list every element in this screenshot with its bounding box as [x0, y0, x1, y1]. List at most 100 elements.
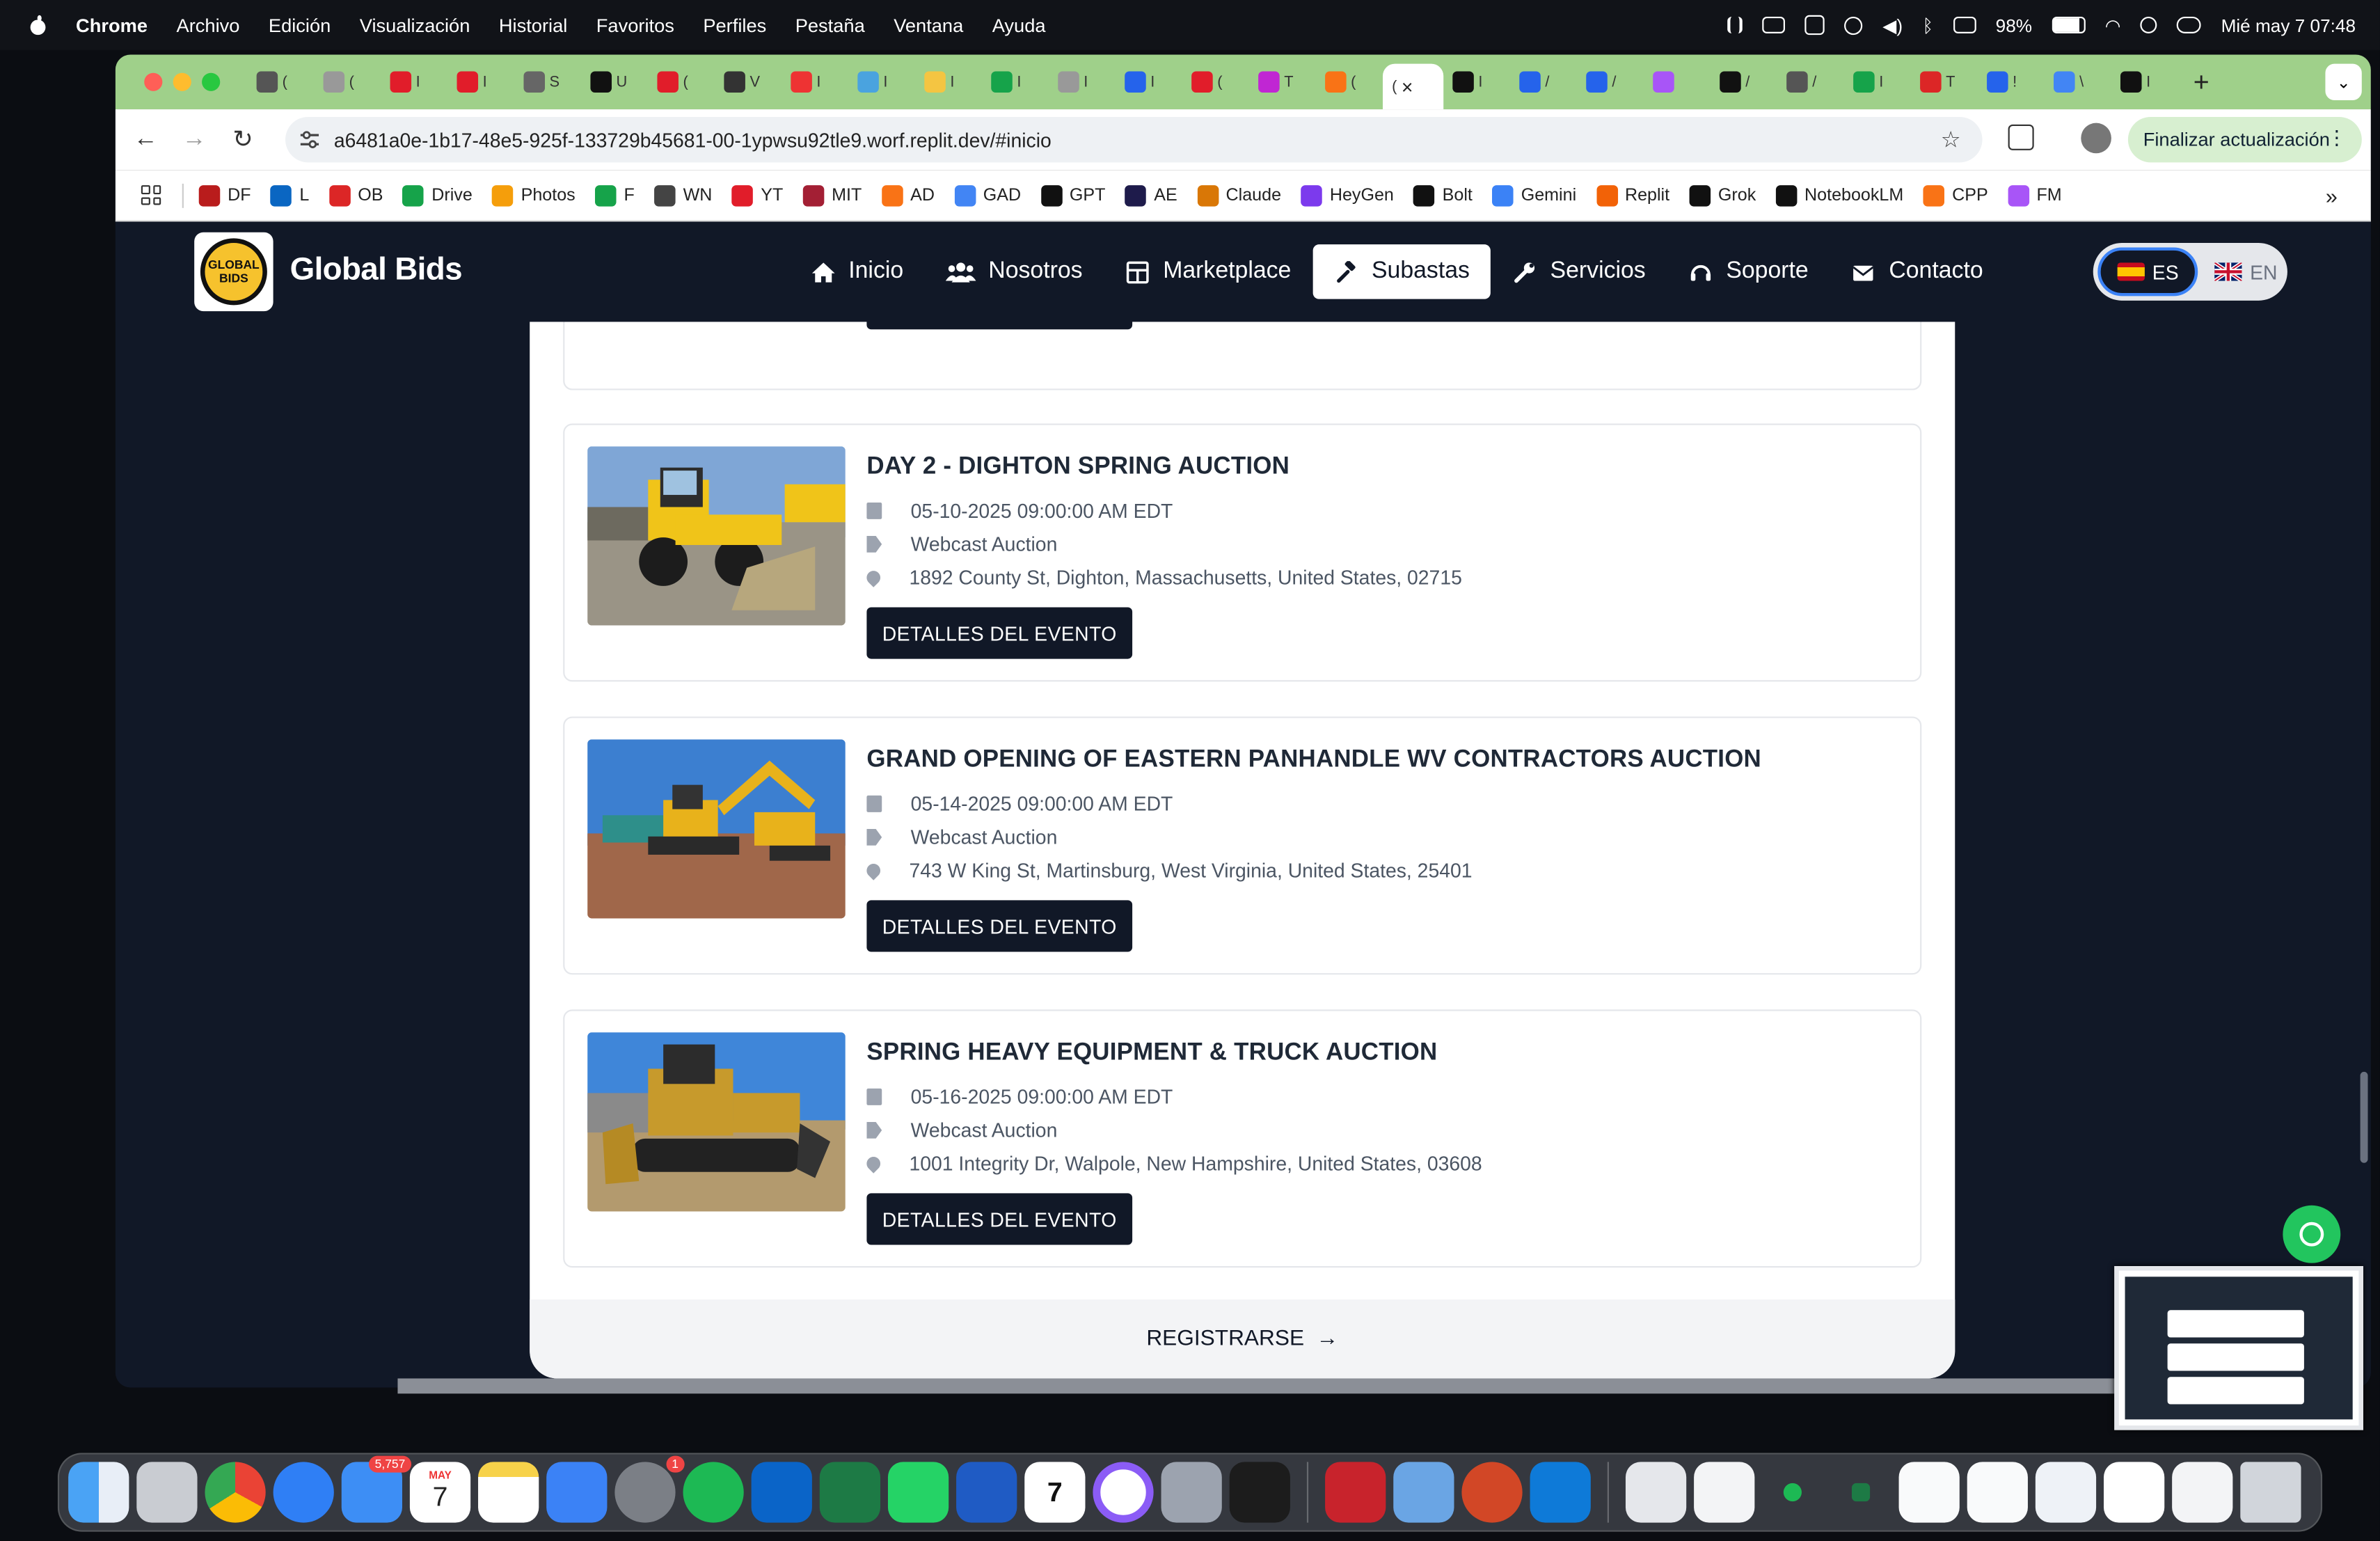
register-link[interactable]: REGISTRARSE → — [530, 1299, 1955, 1379]
tab-12[interactable]: I — [1049, 62, 1116, 102]
nav-contacto[interactable]: Contacto — [1830, 244, 2004, 299]
bookmark-ae[interactable]: AE — [1125, 184, 1177, 206]
window-thumbnail-icon[interactable] — [1898, 1462, 1960, 1523]
tab-active[interactable]: ( × — [1382, 63, 1444, 110]
tab-6[interactable]: ( — [648, 62, 715, 102]
back-button[interactable]: ← — [121, 126, 170, 153]
iphone-mirroring-icon[interactable] — [1161, 1462, 1222, 1523]
lang-en-button[interactable]: EN — [2198, 248, 2294, 297]
nav-nosotros[interactable]: Nosotros — [925, 244, 1104, 299]
control-center-icon[interactable] — [2177, 16, 2202, 33]
nav-subastas[interactable]: Subastas — [1312, 244, 1491, 299]
outlook-icon[interactable] — [751, 1462, 812, 1523]
launchpad-icon[interactable] — [136, 1462, 198, 1523]
bookmark-ob[interactable]: OB — [328, 184, 383, 206]
tab-after-3[interactable] — [1644, 62, 1711, 102]
spotlight-search-icon[interactable] — [2140, 16, 2157, 33]
bookmark-gemini[interactable]: Gemini — [1492, 184, 1576, 206]
profile-avatar[interactable] — [2081, 123, 2111, 154]
mail-icon[interactable]: 5,757 — [341, 1455, 412, 1523]
tab-9[interactable]: I — [848, 62, 915, 102]
preview-icon[interactable] — [1393, 1462, 1454, 1523]
site-settings-icon[interactable] — [299, 129, 321, 150]
notes-calendar-icon[interactable]: 7 — [1024, 1462, 1086, 1523]
audio-waves-icon[interactable] — [1727, 16, 1743, 33]
tab-after-7[interactable]: T — [1911, 62, 1978, 102]
close-window-button[interactable] — [144, 72, 163, 91]
forward-button[interactable]: → — [170, 126, 219, 153]
tab-after-8[interactable]: ! — [1978, 62, 2045, 102]
nav-servicios[interactable]: Servicios — [1491, 244, 1667, 299]
system-settings-icon[interactable]: 1 — [614, 1455, 685, 1523]
kebab-menu-icon[interactable]: ⋮ — [2327, 126, 2347, 150]
spotify-icon[interactable] — [683, 1462, 744, 1523]
bookmark-f[interactable]: F — [595, 184, 635, 206]
tab-after-6[interactable]: I — [1844, 62, 1911, 102]
menu-perfiles[interactable]: Perfiles — [703, 15, 766, 36]
event-details-button[interactable]: DETALLES DEL EVENTO — [866, 607, 1133, 659]
excel-icon[interactable] — [819, 1462, 881, 1523]
tab-after-10[interactable]: I — [2111, 62, 2178, 102]
tab-10[interactable]: I — [915, 62, 982, 102]
circle-app-icon[interactable] — [1093, 1462, 1154, 1523]
tab-13[interactable]: I — [1116, 62, 1182, 102]
bookmark-ad[interactable]: AD — [881, 184, 935, 206]
more-bookmarks-icon[interactable]: » — [2326, 184, 2338, 208]
keynote-icon[interactable] — [546, 1462, 608, 1523]
menu-app-name[interactable]: Chrome — [76, 15, 148, 36]
bookmark-heygen[interactable]: HeyGen — [1301, 184, 1394, 206]
window-thumbnail-icon[interactable] — [1694, 1462, 1755, 1523]
tab-3[interactable]: I — [447, 62, 514, 102]
apple-menu-icon[interactable] — [27, 14, 49, 36]
battery-icon[interactable] — [2052, 16, 2086, 33]
bookmark-wn[interactable]: WN — [654, 184, 712, 206]
bookmark-l[interactable]: L — [270, 184, 309, 206]
powerpoint-icon[interactable] — [1461, 1462, 1523, 1523]
event-details-button[interactable]: DETALLES DEL EVENTO — [866, 1193, 1133, 1245]
window-thumbnail-icon[interactable] — [2035, 1462, 2097, 1523]
bookmark-drive[interactable]: Drive — [402, 184, 473, 206]
drive-icon[interactable] — [1805, 15, 1825, 35]
menu-historial[interactable]: Historial — [499, 15, 567, 36]
bookmark-bolt[interactable]: Bolt — [1413, 184, 1473, 206]
wifi-icon[interactable]: ◠ — [2105, 15, 2121, 36]
tab-14[interactable]: ( — [1182, 62, 1249, 102]
bookmark-claude[interactable]: Claude — [1197, 184, 1281, 206]
spotify-minimized-icon[interactable] — [1762, 1462, 1823, 1522]
tab-16[interactable]: ( — [1316, 62, 1383, 102]
bookmark-replit[interactable]: Replit — [1596, 184, 1669, 206]
menu-visualizacion[interactable]: Visualización — [360, 15, 470, 36]
bookmark-yt[interactable]: YT — [731, 184, 783, 206]
chrome-icon[interactable] — [205, 1462, 266, 1523]
bookmark-cpp[interactable]: CPP — [1923, 184, 1988, 206]
extensions-icon[interactable] — [2008, 124, 2034, 150]
tab-7[interactable]: V — [715, 62, 782, 102]
brand-name[interactable]: Global Bids — [290, 252, 463, 288]
vscode-icon[interactable] — [1530, 1462, 1591, 1523]
event-details-button[interactable]: DETALLES DEL EVENTO — [866, 900, 1133, 952]
lang-es-button[interactable]: ES — [2097, 247, 2198, 297]
site-logo[interactable]: GLOBAL BIDS — [194, 232, 273, 312]
bookmark-notebooklm[interactable]: NotebookLM — [1775, 184, 1903, 206]
calendar-icon[interactable]: MAY 7 — [409, 1462, 471, 1523]
bookmark-photos[interactable]: Photos — [492, 184, 576, 206]
tab-search-button[interactable]: ⌄ — [2325, 63, 2362, 100]
whatsapp-button[interactable] — [2283, 1205, 2341, 1263]
tab-4[interactable]: S — [514, 62, 581, 102]
new-tab-button[interactable]: + — [2193, 66, 2210, 98]
menu-favoritos[interactable]: Favoritos — [596, 15, 674, 36]
tab-after-0[interactable]: I — [1443, 62, 1510, 102]
window-thumbnail-icon[interactable] — [1967, 1462, 2028, 1523]
notes-icon[interactable] — [478, 1462, 539, 1523]
acrobat-icon[interactable] — [1325, 1462, 1386, 1523]
menu-pestana[interactable]: Pestaña — [795, 15, 865, 36]
event-title[interactable]: DAY 2 - DIGHTON SPRING AUCTION — [866, 454, 1290, 481]
word-icon[interactable] — [956, 1462, 1017, 1523]
screenshot-thumbnail[interactable] — [2114, 1266, 2363, 1430]
bookmark-fm[interactable]: FM — [2008, 184, 2062, 206]
close-tab-icon[interactable]: × — [1402, 75, 1413, 98]
update-chrome-button[interactable]: Finalizar actualización ⋮ — [2127, 116, 2362, 163]
tab-15[interactable]: T — [1249, 62, 1316, 102]
tab-after-2[interactable]: / — [1577, 62, 1644, 102]
zoom-window-button[interactable] — [202, 72, 221, 91]
